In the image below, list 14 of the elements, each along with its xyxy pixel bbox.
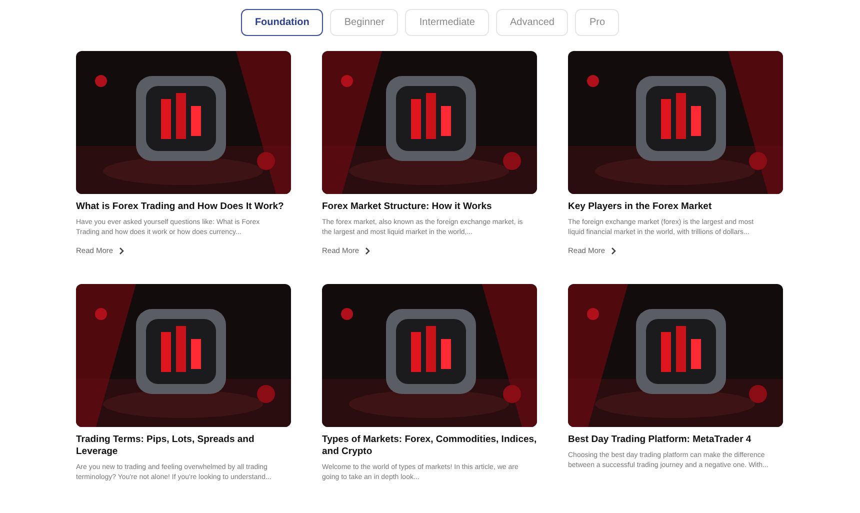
article-title[interactable]: Types of Markets: Forex, Commodities, Indices, and Crypto: [322, 434, 537, 458]
category-tab[interactable]: Foundation: [240, 9, 324, 36]
article-title[interactable]: Best Day Trading Platform: MetaTrader 4: [568, 434, 783, 446]
category-tab[interactable]: Intermediate: [405, 9, 489, 36]
category-tab[interactable]: Advanced: [496, 9, 568, 36]
article-title[interactable]: What is Forex Trading and How Does It Work?: [76, 201, 291, 213]
chevron-right-icon: [611, 246, 618, 255]
category-tab[interactable]: Pro: [575, 9, 620, 36]
chevron-right-icon: [119, 246, 126, 255]
article-title[interactable]: Key Players in the Forex Market: [568, 201, 783, 213]
chevron-right-icon: [365, 246, 372, 255]
article-title[interactable]: Forex Market Structure: How it Works: [322, 201, 537, 213]
article-title[interactable]: Trading Terms: Pips, Lots, Spreads and Leverage: [76, 434, 291, 458]
category-tab[interactable]: Beginner: [330, 9, 398, 36]
